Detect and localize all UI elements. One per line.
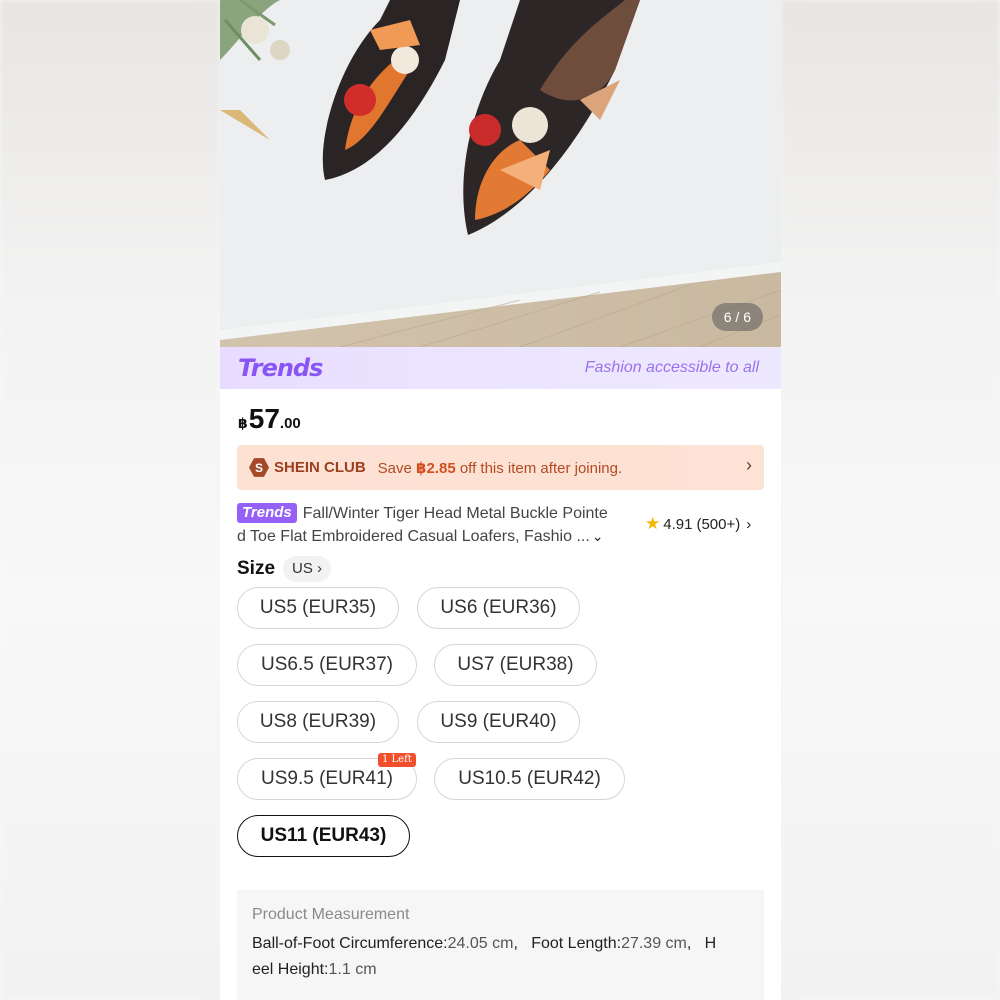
product-measurement: Product Measurement Ball-of-Foot Circumf…	[237, 890, 764, 1000]
size-region-selector[interactable]: US ›	[283, 556, 332, 582]
size-option[interactable]: US6 (EUR36)	[417, 587, 580, 629]
image-counter: 6 / 6	[711, 303, 763, 331]
product-title-row: Trends Fall/Winter Tiger Head Metal Buckl…	[220, 490, 781, 547]
review-count: (500+)	[696, 515, 741, 533]
star-icon: ★	[645, 514, 661, 533]
price: ฿ 57 .00	[220, 389, 781, 445]
price-currency: ฿	[238, 415, 248, 431]
size-option[interactable]: US5 (EUR35)	[237, 587, 399, 629]
chevron-down-icon[interactable]: ⌄	[592, 528, 604, 544]
product-image-gallery[interactable]: 6 / 6	[220, 0, 781, 347]
chevron-right-icon: ›	[746, 515, 752, 533]
rating-value: 4.91	[663, 515, 693, 533]
size-options: US5 (EUR35) US6 (EUR36) US6.5 (EUR37) US…	[220, 587, 781, 873]
size-option[interactable]: US10.5 (EUR42)	[434, 758, 625, 800]
background-left	[0, 0, 220, 1000]
size-option-selected[interactable]: US11 (EUR43)	[237, 815, 410, 857]
price-integer: 57	[248, 403, 280, 434]
measurement-details: Ball-of-Foot Circumference:24.05 cm, Foo…	[252, 935, 717, 978]
rating[interactable]: ★ 4.91 (500+) ›	[645, 514, 751, 534]
size-label: Size	[237, 558, 276, 579]
product-title[interactable]: Trends Fall/Winter Tiger Head Metal Buckl…	[237, 502, 637, 548]
size-option[interactable]: US8 (EUR39)	[237, 701, 399, 743]
size-option[interactable]: US9 (EUR40)	[417, 701, 580, 743]
background-right	[781, 0, 1000, 1000]
size-option[interactable]: US7 (EUR38)	[434, 644, 597, 686]
shein-club-icon: S	[249, 458, 269, 477]
measurement-title: Product Measurement	[252, 906, 410, 923]
size-header: Size US ›	[220, 547, 781, 587]
price-decimal: .00	[279, 415, 301, 432]
trends-tagline: Fashion accessible to all	[584, 359, 759, 376]
product-page: 6 / 6 Trends Fashion accessible to all ฿…	[220, 0, 781, 1000]
trends-badge: Trends	[237, 503, 297, 523]
shein-club-name: SHEIN CLUB	[274, 459, 366, 476]
trends-banner[interactable]: Trends Fashion accessible to all	[220, 347, 781, 389]
product-photo	[220, 0, 781, 347]
shein-club-banner[interactable]: S SHEIN CLUB Save ฿2.85 off this item af…	[237, 445, 764, 490]
trends-logo: Trends	[238, 354, 323, 382]
chevron-right-icon: ›	[746, 455, 752, 475]
size-option[interactable]: US6.5 (EUR37)	[237, 644, 417, 686]
chevron-right-icon: ›	[317, 560, 323, 577]
shein-club-offer: Save ฿2.85 off this item after joining.	[377, 459, 623, 477]
stock-tag: 1 Left	[378, 753, 416, 767]
shein-club-amount: ฿2.85	[416, 459, 456, 477]
